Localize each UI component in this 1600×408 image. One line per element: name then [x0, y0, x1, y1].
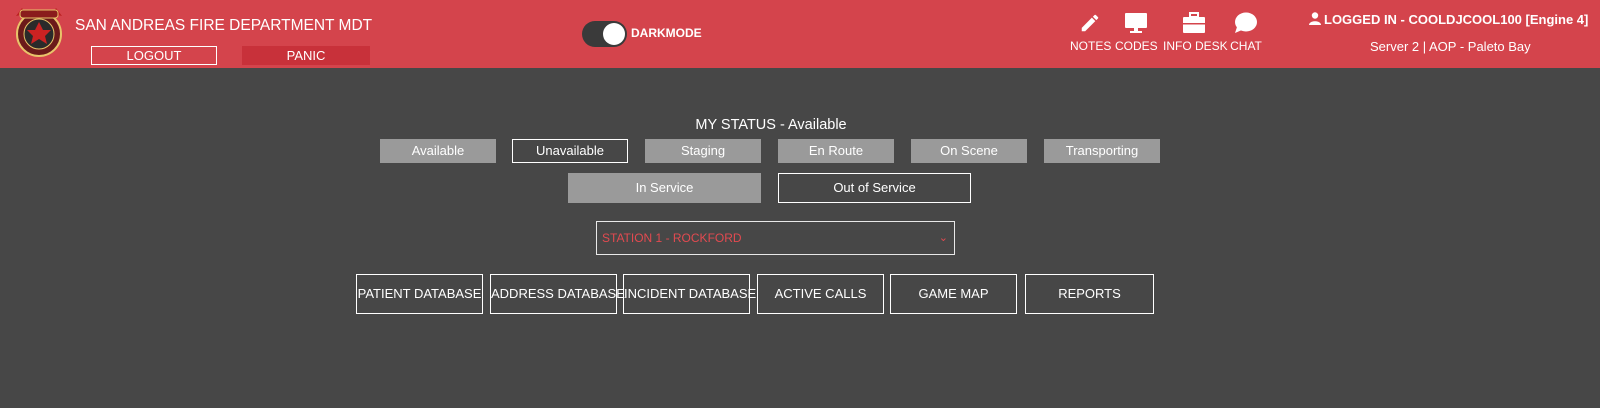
darkmode-label: DARKMODE	[631, 26, 702, 40]
server-info: Server 2 | AOP - Paleto Bay	[1370, 39, 1531, 54]
out-of-service-button[interactable]: Out of Service	[778, 173, 971, 203]
status-transporting-button[interactable]: Transporting	[1044, 139, 1160, 163]
panic-button[interactable]: PANIC	[242, 46, 370, 65]
toggle-knob	[603, 23, 625, 45]
station-select-value: STATION 1 - ROCKFORD	[602, 231, 742, 245]
active-calls-button[interactable]: ACTIVE CALLS	[757, 274, 884, 314]
nav-chat-label: CHAT	[1230, 39, 1262, 53]
nav-notes[interactable]: NOTES	[1070, 12, 1112, 60]
status-available-button[interactable]: Available	[380, 139, 496, 163]
user-icon	[1309, 12, 1321, 25]
status-unavailable-button[interactable]: Unavailable	[512, 139, 628, 163]
briefcase-icon	[1183, 12, 1205, 33]
my-status-heading: MY STATUS - Available	[695, 117, 847, 133]
top-bar: SAN ANDREAS FIRE DEPARTMENT MDT LOGOUT P…	[0, 0, 1600, 68]
game-map-button[interactable]: GAME MAP	[890, 274, 1017, 314]
logged-in-text: LOGGED IN - COOLDJCOOL100 [Engine 4]	[1324, 12, 1589, 27]
nav-info-desk[interactable]: INFO DESK	[1163, 12, 1228, 60]
nav-codes[interactable]: CODES	[1115, 12, 1158, 60]
station-select[interactable]: STATION 1 - ROCKFORD ⌄	[596, 221, 955, 255]
darkmode-toggle[interactable]	[582, 21, 627, 47]
nav-notes-label: NOTES	[1070, 39, 1112, 53]
chevron-down-icon: ⌄	[938, 232, 948, 244]
incident-database-button[interactable]: INCIDENT DATABASE	[623, 274, 756, 314]
status-on-scene-button[interactable]: On Scene	[911, 139, 1027, 163]
status-en-route-button[interactable]: En Route	[778, 139, 894, 163]
chat-bubble-icon	[1235, 12, 1257, 33]
fire-department-logo	[16, 8, 62, 57]
status-staging-button[interactable]: Staging	[645, 139, 761, 163]
reports-button[interactable]: REPORTS	[1025, 274, 1154, 314]
pencil-icon	[1081, 14, 1099, 32]
nav-chat[interactable]: CHAT	[1228, 12, 1264, 60]
nav-codes-label: CODES	[1115, 39, 1158, 53]
logout-button[interactable]: LOGOUT	[91, 46, 217, 65]
in-service-button[interactable]: In Service	[568, 173, 761, 203]
address-database-button[interactable]: ADDRESS DATABASE	[490, 274, 625, 314]
app-title: SAN ANDREAS FIRE DEPARTMENT MDT	[75, 17, 373, 34]
patient-database-button[interactable]: PATIENT DATABASE	[356, 274, 483, 314]
nav-info-desk-label: INFO DESK	[1163, 39, 1228, 53]
logged-in-user: LOGGED IN - COOLDJCOOL100 [Engine 4]	[1309, 12, 1588, 27]
monitor-icon	[1125, 13, 1147, 33]
